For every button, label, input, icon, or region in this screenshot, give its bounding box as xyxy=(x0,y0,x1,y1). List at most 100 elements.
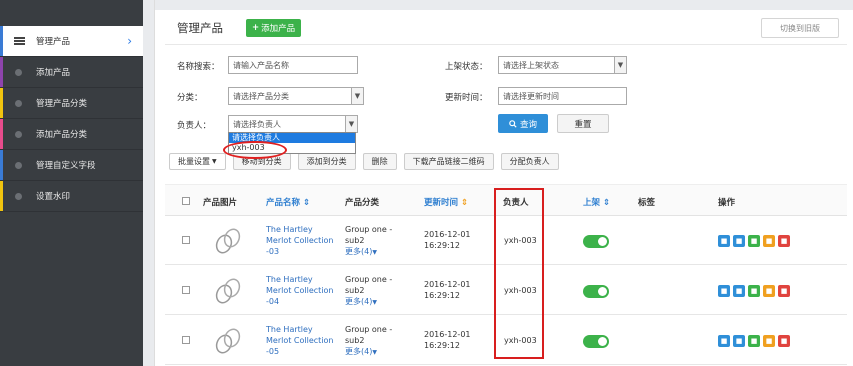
share-icon[interactable]: ■ xyxy=(763,335,775,347)
sidebar-item-watermark[interactable]: 设置水印 xyxy=(0,181,143,212)
divider xyxy=(165,44,847,45)
caret-down-icon: ▼ xyxy=(372,299,377,306)
search-button[interactable]: 查询 xyxy=(498,114,548,133)
caret-down-icon: ▼ xyxy=(614,57,626,73)
more-label: 更多(4) xyxy=(345,247,373,256)
view-icon[interactable]: ■ xyxy=(748,285,760,297)
col-image: 产品图片 xyxy=(203,198,238,208)
reset-button[interactable]: 重置 xyxy=(557,114,609,133)
share-icon[interactable]: ■ xyxy=(763,235,775,247)
caret-down-icon: ▼ xyxy=(351,88,363,104)
more-categories-link[interactable]: 更多(4)▼ xyxy=(345,296,392,308)
add-product-button[interactable]: + 添加产品 xyxy=(246,19,302,37)
more-categories-link[interactable]: 更多(4)▼ xyxy=(345,246,392,258)
col-updated[interactable]: 更新时间 ⇕ xyxy=(424,196,468,208)
col-listed-label: 上架 xyxy=(583,198,601,208)
category-label: 分类： xyxy=(177,93,203,103)
category-select[interactable]: 请选择产品分类 ▼ xyxy=(228,87,364,105)
select-all-checkbox[interactable] xyxy=(182,197,190,205)
menu-icon xyxy=(14,37,25,45)
sidebar-item-accent xyxy=(0,26,3,56)
bulk-toolbar: 批量设置 ▼ 移动到分类 添加到分类 删除 下载产品链接二维码 分配负责人 xyxy=(169,153,559,173)
row-checkbox[interactable] xyxy=(182,336,190,344)
switch-old-version-button[interactable]: 切换到旧版 xyxy=(761,18,839,38)
product-category: Group one - sub2 更多(4)▼ xyxy=(345,224,392,258)
sidebar-item-accent xyxy=(0,150,3,180)
owner-select-value: 请选择负责人 xyxy=(233,119,281,129)
updated-date: 2016-12-01 xyxy=(424,330,471,339)
sort-icon: ⇕ xyxy=(302,198,311,208)
annotation-ellipse xyxy=(223,141,287,159)
delete-icon[interactable]: ■ xyxy=(778,285,790,297)
category-line: Group one - xyxy=(345,325,393,334)
edit-icon[interactable]: ■ xyxy=(718,335,730,347)
product-name-line: The Hartley xyxy=(266,275,313,284)
category-line: sub2 xyxy=(345,336,365,345)
copy-icon[interactable]: ■ xyxy=(733,235,745,247)
product-name-link[interactable]: The Hartley Merlot Collection -03 xyxy=(266,224,333,257)
batch-settings-button[interactable]: 批量设置 ▼ xyxy=(169,153,226,170)
name-search-input[interactable]: 请输入产品名称 xyxy=(228,56,358,74)
col-name[interactable]: 产品名称 ⇕ xyxy=(266,196,310,208)
category-select-value: 请选择产品分类 xyxy=(233,91,289,101)
share-icon[interactable]: ■ xyxy=(763,285,775,297)
sidebar-item-add-product[interactable]: 添加产品 xyxy=(0,57,143,88)
caret-down-icon: ▼ xyxy=(212,158,217,165)
edit-icon[interactable]: ■ xyxy=(718,285,730,297)
status-label: 上架状态： xyxy=(445,62,488,72)
product-name-link[interactable]: The Hartley Merlot Collection -04 xyxy=(266,274,333,307)
more-categories-link[interactable]: 更多(4)▼ xyxy=(345,346,392,358)
product-name-line: Merlot Collection xyxy=(266,236,334,245)
annotation-box xyxy=(494,188,544,359)
delete-icon[interactable]: ■ xyxy=(778,335,790,347)
product-name-line: Merlot Collection xyxy=(266,286,334,295)
category-line: sub2 xyxy=(345,236,365,245)
row-checkbox[interactable] xyxy=(182,236,190,244)
row-actions: ■ ■ ■ ■ ■ xyxy=(718,335,790,347)
sidebar: 管理产品 › 添加产品 管理产品分类 添加产品分类 管理自定义字段 设置水印 xyxy=(0,0,143,366)
more-label: 更多(4) xyxy=(345,347,373,356)
updated-time: 2016-12-01 16:29:12 xyxy=(424,229,471,251)
listed-toggle[interactable] xyxy=(583,335,609,348)
updated-time-label: 更新时间： xyxy=(445,93,488,103)
updated-time-input[interactable]: 请选择更新时间 xyxy=(498,87,627,105)
product-name-line: Merlot Collection xyxy=(266,336,334,345)
updated-clock: 16:29:12 xyxy=(424,291,460,300)
listed-toggle[interactable] xyxy=(583,285,609,298)
copy-icon[interactable]: ■ xyxy=(733,335,745,347)
category-line: Group one - xyxy=(345,275,393,284)
col-name-label: 产品名称 xyxy=(266,198,301,208)
col-category: 产品分类 xyxy=(345,198,380,208)
delete-icon[interactable]: ■ xyxy=(778,235,790,247)
status-select[interactable]: 请选择上架状态 ▼ xyxy=(498,56,627,74)
plus-icon: + xyxy=(252,23,260,33)
owner-select[interactable]: 请选择负责人 ▼ xyxy=(228,115,358,133)
edit-icon[interactable]: ■ xyxy=(718,235,730,247)
sidebar-item-custom-fields[interactable]: 管理自定义字段 xyxy=(0,150,143,181)
dot-icon xyxy=(15,161,22,169)
sidebar-item-manage-categories[interactable]: 管理产品分类 xyxy=(0,88,143,119)
delete-button[interactable]: 删除 xyxy=(362,153,397,170)
product-name-line: -04 xyxy=(266,297,280,306)
more-label: 更多(4) xyxy=(345,297,373,306)
view-icon[interactable]: ■ xyxy=(748,335,760,347)
row-checkbox[interactable] xyxy=(182,286,190,294)
copy-icon[interactable]: ■ xyxy=(733,285,745,297)
sidebar-item-manage-products[interactable]: 管理产品 › xyxy=(0,26,143,57)
top-strip xyxy=(155,0,853,10)
product-name-line: The Hartley xyxy=(266,225,313,234)
view-icon[interactable]: ■ xyxy=(748,235,760,247)
product-name-link[interactable]: The Hartley Merlot Collection -05 xyxy=(266,324,333,357)
dot-icon xyxy=(15,192,22,200)
col-actions: 操作 xyxy=(718,198,736,208)
sidebar-item-add-category[interactable]: 添加产品分类 xyxy=(0,119,143,150)
download-qr-button[interactable]: 下载产品链接二维码 xyxy=(403,153,494,170)
updated-time: 2016-12-01 16:29:12 xyxy=(424,279,471,301)
chevron-right-icon: › xyxy=(127,34,132,48)
sidebar-item-label: 设置水印 xyxy=(36,192,71,202)
assign-owner-button[interactable]: 分配负责人 xyxy=(500,153,559,170)
listed-toggle[interactable] xyxy=(583,235,609,248)
col-listed[interactable]: 上架 ⇕ xyxy=(583,196,610,208)
sidebar-item-label: 管理产品分类 xyxy=(36,99,88,109)
add-to-category-button[interactable]: 添加到分类 xyxy=(297,153,356,170)
